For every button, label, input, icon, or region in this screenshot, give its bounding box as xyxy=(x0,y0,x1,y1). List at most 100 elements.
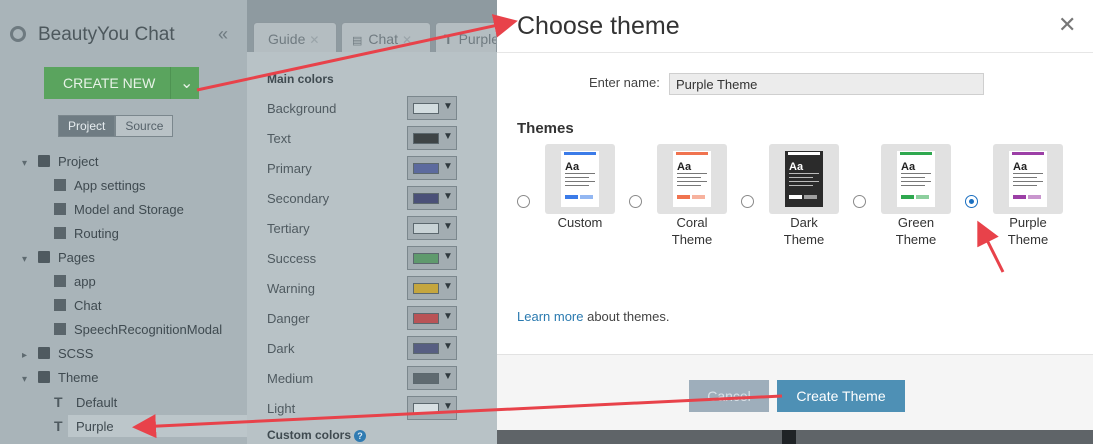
close-tab-icon[interactable]: ✕ xyxy=(402,33,412,47)
tree-item-pages[interactable]: Pages xyxy=(38,250,95,270)
color-picker[interactable]: ▼ xyxy=(407,186,457,210)
color-row: Background ▼ xyxy=(267,96,497,124)
learn-more-link[interactable]: Learn more xyxy=(517,309,583,324)
collapse-arrow-icon[interactable]: ▸ xyxy=(22,350,27,361)
color-picker[interactable]: ▼ xyxy=(407,306,457,330)
theme-option[interactable]: Aa Green Theme xyxy=(853,144,965,254)
color-picker[interactable]: ▼ xyxy=(407,216,457,240)
theme-radio[interactable] xyxy=(853,195,866,208)
divider xyxy=(497,52,1093,53)
theme-option[interactable]: Aa Custom xyxy=(517,144,629,254)
tree-item-app[interactable]: app xyxy=(54,274,96,294)
collapse-sidebar-icon[interactable]: « xyxy=(218,24,228,45)
create-new-dropdown[interactable]: ⌄ xyxy=(170,67,199,99)
color-picker[interactable]: ▼ xyxy=(407,246,457,270)
folder-icon xyxy=(38,347,50,359)
close-icon[interactable]: ✕ xyxy=(1058,12,1076,38)
theme-radio[interactable] xyxy=(741,195,754,208)
expand-arrow-icon[interactable]: ▾ xyxy=(22,374,27,385)
theme-preview-thumbnail[interactable]: Aa xyxy=(881,144,951,214)
theme-option[interactable]: Aa Coral Theme xyxy=(629,144,741,254)
sidebar-header: BeautyYou Chat « xyxy=(0,14,247,54)
create-theme-button[interactable]: Create Theme xyxy=(777,380,905,412)
tree-item-chat[interactable]: Chat xyxy=(54,298,101,318)
theme-radio[interactable] xyxy=(517,195,530,208)
dropdown-caret-icon: ▼ xyxy=(443,371,453,382)
file-icon xyxy=(54,323,66,335)
color-swatch xyxy=(413,343,439,354)
color-row: Primary ▼ xyxy=(267,156,497,184)
file-icon: ▤ xyxy=(352,35,363,47)
color-row: Tertiary ▼ xyxy=(267,216,497,244)
close-tab-icon[interactable]: ✕ xyxy=(309,33,319,47)
theme-radio[interactable] xyxy=(629,195,642,208)
color-name: Secondary xyxy=(267,191,330,206)
main-colors-title: Main colors xyxy=(267,72,334,86)
theme-option[interactable]: Aa Dark Theme xyxy=(741,144,853,254)
color-swatch xyxy=(413,253,439,264)
color-row: Danger ▼ xyxy=(267,306,497,334)
theme-icon: T xyxy=(444,31,453,47)
color-name: Tertiary xyxy=(267,221,310,236)
app-logo-icon xyxy=(10,26,26,42)
color-row: Light ▼ xyxy=(267,396,497,424)
expand-arrow-icon[interactable]: ▾ xyxy=(22,158,27,169)
tree-item-scss[interactable]: SCSS xyxy=(38,346,93,366)
color-picker[interactable]: ▼ xyxy=(407,366,457,390)
theme-preview-thumbnail[interactable]: Aa xyxy=(657,144,727,214)
tree-item-routing[interactable]: Routing xyxy=(54,226,119,246)
expand-arrow-icon[interactable]: ▾ xyxy=(22,254,27,265)
color-picker[interactable]: ▼ xyxy=(407,276,457,300)
themes-heading: Themes xyxy=(517,120,574,137)
tree-item-purple[interactable]: T Purple xyxy=(54,418,114,438)
tab-chat[interactable]: ▤ Chat ✕ xyxy=(341,22,431,52)
toggle-project[interactable]: Project xyxy=(58,115,116,137)
tree-item-speech-modal[interactable]: SpeechRecognitionModal xyxy=(54,322,222,342)
theme-name-input[interactable] xyxy=(669,73,984,95)
help-icon[interactable]: ? xyxy=(354,430,367,442)
theme-colors-panel: Main colors Background ▼ Text ▼ Primary ▼ Seco… xyxy=(247,52,497,444)
dropdown-caret-icon: ▼ xyxy=(443,251,453,262)
tree-item-project[interactable]: Project xyxy=(38,154,98,174)
tab-guide[interactable]: Guide ✕ xyxy=(253,22,337,52)
color-name: Primary xyxy=(267,161,312,176)
cancel-button[interactable]: Cancel xyxy=(689,380,769,412)
color-picker[interactable]: ▼ xyxy=(407,396,457,420)
color-name: Warning xyxy=(267,281,315,296)
app-title: BeautyYou Chat xyxy=(38,24,175,45)
color-swatch xyxy=(413,403,439,414)
theme-icon: T xyxy=(54,394,63,410)
settings-file-icon xyxy=(54,203,66,215)
theme-preview-thumbnail[interactable]: Aa xyxy=(769,144,839,214)
color-swatch xyxy=(413,103,439,114)
tree-item-app-settings[interactable]: App settings xyxy=(54,178,146,198)
settings-file-icon xyxy=(54,179,66,191)
tree-item-theme[interactable]: Theme xyxy=(38,370,98,390)
tree-item-model-storage[interactable]: Model and Storage xyxy=(54,202,184,222)
toggle-source[interactable]: Source xyxy=(115,115,174,137)
color-row: Success ▼ xyxy=(267,246,497,274)
theme-label: Custom xyxy=(557,215,603,230)
theme-label: Dark Theme xyxy=(783,215,825,247)
color-picker[interactable]: ▼ xyxy=(407,96,457,120)
color-name: Success xyxy=(267,251,317,266)
color-picker[interactable]: ▼ xyxy=(407,156,457,180)
color-row: Warning ▼ xyxy=(267,276,497,304)
color-swatch xyxy=(413,223,439,234)
color-picker[interactable]: ▼ xyxy=(407,336,457,360)
theme-radio[interactable] xyxy=(965,195,978,208)
create-new-button[interactable]: CREATE NEW ⌄ xyxy=(44,67,199,99)
theme-preview-thumbnail[interactable]: Aa xyxy=(993,144,1063,214)
color-row: Secondary ▼ xyxy=(267,186,497,214)
color-name: Dark xyxy=(267,341,295,356)
editor-tabs: Guide ✕ ▤ Chat ✕ T Purple xyxy=(247,22,497,52)
tree-item-default[interactable]: T Default xyxy=(54,394,117,414)
color-row: Text ▼ xyxy=(267,126,497,154)
dialog-title: Choose theme xyxy=(517,12,680,40)
project-sidebar: BeautyYou Chat « CREATE NEW ⌄ Project So… xyxy=(0,0,247,444)
theme-label: Coral Theme xyxy=(671,215,713,247)
theme-option[interactable]: Aa Purple Theme xyxy=(965,144,1077,254)
theme-preview-thumbnail[interactable]: Aa xyxy=(545,144,615,214)
tab-purple[interactable]: T Purple xyxy=(435,22,497,52)
color-picker[interactable]: ▼ xyxy=(407,126,457,150)
